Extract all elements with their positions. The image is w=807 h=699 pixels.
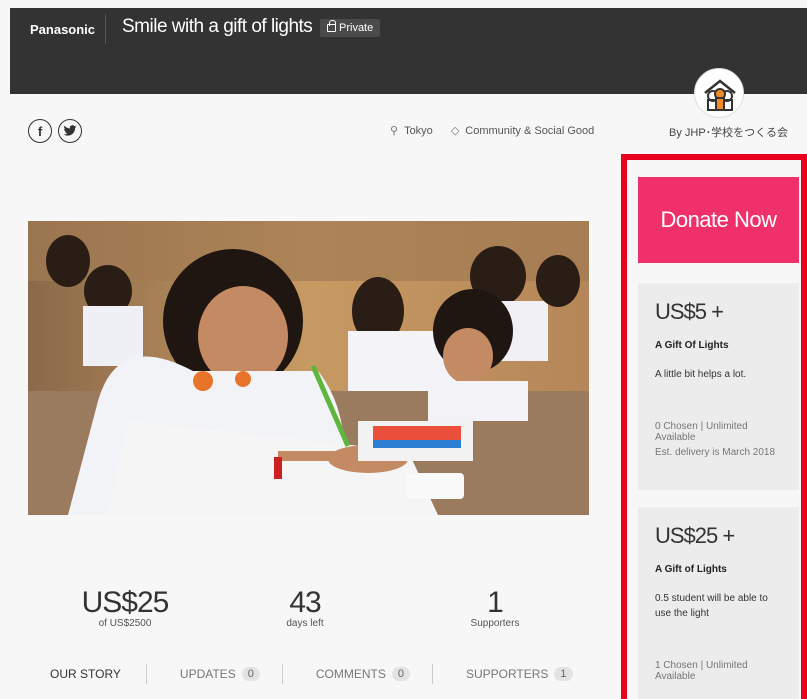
days-label: days left — [286, 618, 324, 629]
tab-label: OUR STORY — [50, 667, 121, 681]
reward-name: A Gift Of Lights — [655, 340, 729, 351]
creator-byline[interactable]: By JHP･学校をつくる会 — [669, 124, 788, 140]
header-divider — [105, 14, 106, 44]
tab-label: COMMENTS — [315, 667, 386, 681]
twitter-icon[interactable] — [58, 119, 82, 143]
supporters-label: Supporters — [470, 618, 520, 629]
tag-icon: ◇ — [450, 125, 460, 137]
donate-now-button[interactable]: Donate Now — [638, 177, 799, 263]
story-tabs: OUR STORY UPDATES 0 COMMENTS 0 SUPPORTER… — [28, 664, 589, 684]
count-badge: 1 — [554, 667, 573, 681]
category[interactable]: ◇ Community & Social Good — [451, 124, 594, 137]
reward-name: A Gift of Lights — [655, 564, 727, 575]
tab-divider — [145, 664, 147, 684]
project-logo[interactable] — [694, 68, 744, 118]
private-label: Private — [339, 22, 374, 34]
lock-icon — [327, 20, 336, 32]
location-label: Tokyo — [404, 125, 433, 137]
page-title: Smile with a gift of lights — [122, 16, 313, 37]
supporters-count: 1 — [487, 586, 504, 619]
tab-label: UPDATES — [179, 667, 236, 681]
tab-comments[interactable]: COMMENTS 0 — [316, 667, 410, 681]
facebook-icon[interactable]: f — [28, 119, 52, 143]
project-image — [28, 221, 589, 515]
social-share: f — [28, 119, 82, 143]
stat-raised: US$25 of US$2500 — [60, 586, 190, 629]
count-badge: 0 — [391, 667, 410, 681]
reward-description: A little bit helps a lot. — [655, 369, 747, 380]
reward-description: 0.5 student will be able to use the ligh… — [655, 593, 768, 619]
private-badge: Private — [320, 19, 381, 37]
tab-updates[interactable]: UPDATES 0 — [180, 667, 260, 681]
tab-divider — [431, 664, 433, 684]
reward-price: US$5 + — [655, 299, 724, 324]
location[interactable]: ⚲ Tokyo — [390, 124, 433, 137]
tab-supporters[interactable]: SUPPORTERS 1 — [466, 667, 573, 681]
location-pin-icon: ⚲ — [390, 125, 399, 137]
category-label: Community & Social Good — [465, 125, 595, 137]
project-meta: ⚲ Tokyo ◇ Community & Social Good — [390, 124, 594, 137]
brand-logo[interactable]: Panasonic — [30, 22, 95, 37]
stat-days: 43 days left — [250, 586, 360, 629]
reward-availability: 0 Chosen | Unlimited Available — [655, 421, 748, 443]
tab-label: SUPPORTERS — [465, 667, 549, 681]
stat-supporters: 1 Supporters — [440, 586, 550, 629]
reward-card[interactable]: US$5 + A Gift Of Lights A little bit hel… — [638, 283, 799, 490]
reward-delivery: Est. delivery is March 2018 — [655, 447, 776, 458]
tab-divider — [281, 664, 283, 684]
reward-availability: 1 Chosen | Unlimited Available — [655, 660, 748, 682]
reward-card[interactable]: US$25 + A Gift of Lights 0.5 student wil… — [638, 507, 799, 699]
header-bar: Panasonic Smile with a gift of lights Pr… — [10, 8, 807, 94]
days-count: 43 — [289, 586, 321, 619]
goal-label: of US$2500 — [98, 618, 152, 629]
tab-our-story[interactable]: OUR STORY — [50, 667, 121, 681]
reward-price: US$25 + — [655, 523, 735, 548]
raised-amount: US$25 — [81, 586, 170, 619]
count-badge: 0 — [241, 667, 260, 681]
